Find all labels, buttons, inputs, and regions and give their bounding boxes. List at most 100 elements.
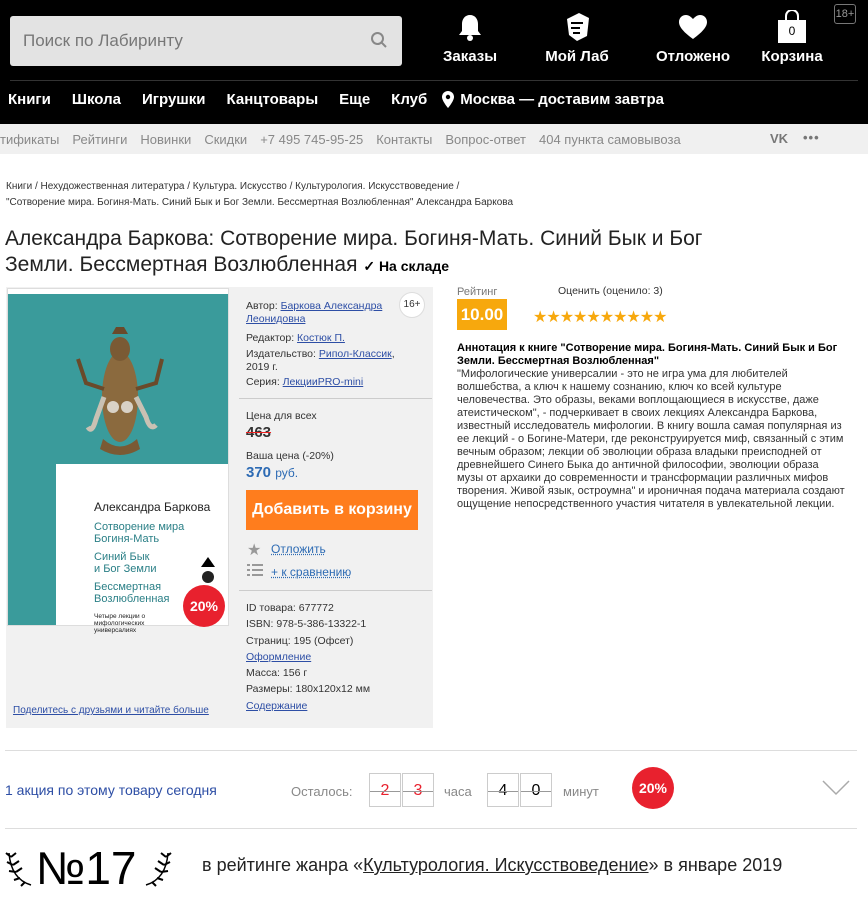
vk-icon[interactable]: VK	[770, 131, 788, 146]
location-pin-icon	[442, 91, 455, 108]
timer-digit: 4	[487, 773, 519, 807]
annotation-heading: Аннотация к книге "Сотворение мира. Боги…	[457, 342, 838, 367]
star-icon[interactable]: ★	[600, 309, 614, 326]
postpone-link[interactable]: Отложить	[271, 542, 326, 556]
annotation: Аннотация к книге "Сотворение мира. Боги…	[457, 342, 845, 511]
add-to-cart-button[interactable]: Добавить в корзину	[246, 490, 418, 530]
nav-item-club[interactable]: Клуб	[391, 91, 427, 108]
series-link[interactable]: ЛекцииPRO-mini	[283, 376, 364, 388]
nav-item-toys[interactable]: Игрушки	[142, 91, 206, 108]
top-header: Заказы Мой Лаб Отложено 0 Корзина 18+ Кн…	[0, 0, 868, 124]
star-icon[interactable]: ★	[560, 309, 574, 326]
timer-digit: 3	[402, 773, 434, 807]
share-link[interactable]: Поделитесь с друзьями и читайте больше	[13, 705, 209, 716]
age-rating-badge: 16+	[399, 292, 425, 318]
star-icon[interactable]: ★	[586, 309, 600, 326]
cart-link[interactable]: 0 Корзина	[757, 10, 827, 65]
search-box	[10, 16, 402, 66]
currency: руб.	[275, 466, 299, 480]
postponed-link[interactable]: Отложено	[653, 10, 733, 65]
promo-discount-badge: 20%	[632, 767, 674, 809]
check-icon: ✓	[363, 258, 376, 274]
orders-link[interactable]: Заказы	[440, 10, 500, 65]
new-price-value: 370	[246, 464, 272, 481]
laurel-right-icon	[142, 845, 172, 894]
new-price: 370 руб.	[246, 464, 298, 481]
series-label: Серия:	[246, 376, 280, 388]
breadcrumb-current: "Сотворение мира. Богиня-Мать. Синий Бык…	[6, 197, 514, 208]
list-icon	[247, 563, 263, 582]
divider	[239, 398, 432, 399]
subnav-phone[interactable]: +7 495 745-95-25	[260, 132, 363, 147]
nav-item-school[interactable]: Школа	[72, 91, 121, 108]
subnav-item-certificates[interactable]: тификаты	[0, 132, 59, 147]
chevron-down-icon[interactable]	[822, 780, 850, 801]
location-selector[interactable]: Москва — доставим завтра	[442, 91, 685, 108]
my-lab-link[interactable]: Мой Лаб	[540, 10, 614, 65]
search-icon[interactable]	[370, 31, 388, 54]
page-title: Александра Баркова: Сотворение мира. Бог…	[5, 226, 805, 279]
title-line-1: Александра Баркова: Сотворение мира. Бог…	[5, 227, 703, 250]
postponed-label: Отложено	[655, 48, 731, 65]
divider	[239, 590, 432, 591]
star-icon[interactable]: ★	[626, 309, 640, 326]
rank-number: №17	[36, 842, 137, 894]
nav-item-more[interactable]: Еще	[339, 91, 370, 108]
heart-icon	[653, 10, 733, 44]
rate-link[interactable]: Оценить (оценило: 3)	[558, 285, 663, 297]
nav-item-books[interactable]: Книги	[8, 91, 51, 108]
age-badge: 18+	[834, 4, 856, 24]
design-link[interactable]: Оформление	[246, 651, 311, 663]
nav-item-stationery[interactable]: Канцтовары	[227, 91, 319, 108]
rating-stars[interactable]: ★★★★★★★★★★	[533, 307, 667, 327]
subnav-item-ratings[interactable]: Рейтинги	[72, 132, 127, 147]
divider	[5, 828, 857, 829]
isbn-label: ISBN:	[246, 618, 274, 631]
discount-badge: 20%	[183, 585, 225, 627]
editor-link[interactable]: Костюк П.	[297, 332, 345, 344]
divider	[488, 791, 518, 792]
star-icon: ★	[247, 542, 262, 559]
timer-digit: 2	[369, 773, 401, 807]
minutes-unit: минут	[563, 784, 599, 799]
star-icon[interactable]: ★	[613, 309, 627, 326]
time-left-label: Осталось:	[291, 784, 353, 799]
stock-label: На складе	[378, 258, 450, 274]
publisher-link[interactable]: Рипол-Классик	[319, 348, 392, 360]
size-value: 180x120x12 мм	[295, 683, 371, 696]
secondary-nav: тификаты Рейтинги Новинки Скидки +7 495 …	[0, 124, 868, 154]
compare-link[interactable]: + к сравнению	[271, 565, 351, 579]
main-nav: Книги Школа Игрушки Канцтовары Еще Клуб …	[8, 91, 706, 108]
more-icon[interactable]: •••	[803, 130, 820, 145]
contents-link[interactable]: Содержание	[246, 700, 307, 712]
star-icon[interactable]: ★	[533, 309, 547, 326]
star-icon[interactable]: ★	[546, 309, 560, 326]
stock-status: ✓ На складе	[363, 258, 449, 274]
subnav-item-contacts[interactable]: Контакты	[376, 132, 432, 147]
rating-block: Рейтинг 10.00	[457, 286, 507, 330]
price-all-label: Цена для всех	[246, 410, 317, 422]
my-lab-label: Мой Лаб	[545, 48, 609, 65]
cover-author: Александра Баркова	[94, 500, 211, 514]
subnav-item-faq[interactable]: Вопрос-ответ	[445, 132, 526, 147]
breadcrumb-path[interactable]: Книги / Нехудожественная литература / Ку…	[6, 179, 846, 195]
hours-unit: часа	[444, 784, 472, 799]
search-input[interactable]	[10, 16, 350, 66]
subnav-item-pickup[interactable]: 404 пункта самовывоза	[539, 132, 681, 147]
promo-link[interactable]: 1 акция по этому товару сегодня	[5, 782, 217, 798]
book-cover[interactable]: Александра Баркова Сотворение мира Богин…	[7, 288, 229, 634]
location-label: Москва — доставим завтра	[460, 91, 664, 108]
laurel-left-icon	[5, 845, 35, 894]
subnav-item-sales[interactable]: Скидки	[204, 132, 247, 147]
star-icon[interactable]: ★	[640, 309, 654, 326]
divider	[5, 750, 857, 751]
divider	[521, 791, 551, 792]
rank-text-before: в рейтинге жанра «	[202, 855, 364, 875]
genre-link[interactable]: Культурология. Искусствоведение	[363, 855, 648, 875]
breadcrumb: Книги / Нехудожественная литература / Ку…	[6, 179, 846, 211]
star-icon[interactable]: ★	[653, 309, 667, 326]
weight-value: 156 г	[282, 667, 308, 680]
subnav-item-new[interactable]: Новинки	[140, 132, 191, 147]
star-icon[interactable]: ★	[573, 309, 587, 326]
orders-label: Заказы	[442, 48, 498, 65]
